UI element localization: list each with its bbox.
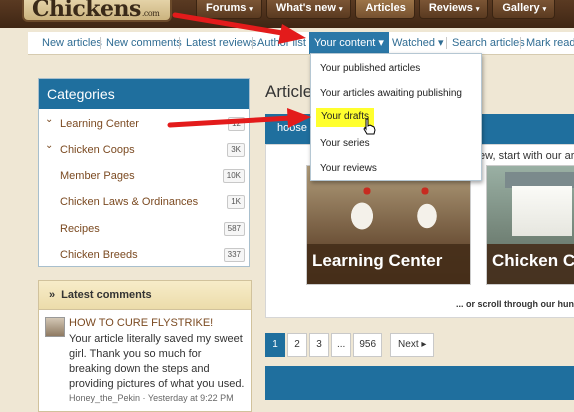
page-ellipsis[interactable]: ... bbox=[331, 333, 352, 357]
divider bbox=[446, 37, 447, 49]
menu-item-published-articles[interactable]: Your published articles bbox=[311, 56, 481, 81]
subnav-latest-reviews[interactable]: Latest reviews bbox=[186, 32, 256, 54]
nav-reviews[interactable]: Reviews ▾ bbox=[418, 0, 489, 19]
divider bbox=[252, 37, 253, 49]
site-logo[interactable]: Chickens.com bbox=[22, 0, 172, 22]
subnav-new-articles[interactable]: New articles bbox=[42, 32, 102, 54]
card-chicken-coops[interactable]: Chicken C bbox=[486, 165, 574, 285]
chevron-down-icon[interactable]: ⌄ bbox=[45, 140, 53, 151]
page-last-button[interactable]: 956 bbox=[353, 333, 383, 357]
double-chevron-icon: » bbox=[49, 289, 56, 301]
subnav-author-list[interactable]: Author list bbox=[257, 32, 306, 54]
card-learning-center[interactable]: Learning Center bbox=[306, 165, 471, 285]
section-band-bottom bbox=[265, 366, 574, 400]
chevron-down-icon: ▾ bbox=[338, 6, 343, 13]
category-chicken-laws[interactable]: Chicken Laws & Ordinances 1K bbox=[39, 193, 251, 213]
intro-text: ew, start with our art bbox=[479, 150, 574, 162]
count-badge: 587 bbox=[223, 222, 245, 236]
nav-gallery[interactable]: Gallery ▾ bbox=[492, 0, 556, 19]
subnav-mark-read[interactable]: Mark read bbox=[526, 32, 574, 54]
comment-article-link[interactable]: HOW TO CURE FLYSTRIKE! bbox=[69, 317, 213, 329]
chevron-down-icon[interactable]: ⌄ bbox=[45, 114, 53, 125]
next-page-button[interactable]: Next ▸ bbox=[390, 333, 435, 357]
comment-text: Your article literally saved my sweet gi… bbox=[69, 333, 245, 390]
subnav-search-articles[interactable]: Search articles bbox=[452, 32, 525, 54]
subnav-your-content[interactable]: Your content ▾ bbox=[309, 32, 389, 54]
chevron-down-icon: ▾ bbox=[249, 6, 253, 13]
menu-item-your-drafts[interactable]: Your drafts bbox=[311, 105, 481, 130]
page-1-button[interactable]: 1 bbox=[265, 333, 285, 357]
latest-comments-header[interactable]: » Latest comments bbox=[39, 281, 251, 310]
page-3-button[interactable]: 3 bbox=[309, 333, 329, 357]
comment-meta: Honey_the_Pekin · Yesterday at 9:22 PM bbox=[69, 393, 234, 403]
card-image[interactable] bbox=[487, 166, 574, 244]
categories-panel: Categories ⌄ Learning Center 12 ⌄ Chicke… bbox=[38, 78, 250, 267]
top-navigation: Forums ▾ What's new ▾ Articles Reviews ▾ Ga… bbox=[196, 0, 559, 19]
card-title[interactable]: Chicken C bbox=[487, 244, 574, 284]
chevron-down-icon: ▾ bbox=[542, 6, 547, 13]
count-badge: 1K bbox=[227, 195, 245, 209]
category-learning-center[interactable]: ⌄ Learning Center 12 bbox=[39, 114, 251, 135]
chevron-down-icon: ▾ bbox=[475, 6, 480, 13]
nav-articles[interactable]: Articles bbox=[355, 0, 415, 19]
count-badge: 12 bbox=[228, 117, 245, 131]
avatar[interactable] bbox=[45, 317, 65, 337]
count-badge: 10K bbox=[222, 169, 245, 183]
menu-item-your-series[interactable]: Your series bbox=[311, 131, 481, 156]
count-badge: 3K bbox=[227, 143, 245, 157]
page-2-button[interactable]: 2 bbox=[287, 333, 307, 357]
subnav-watched[interactable]: Watched ▾ bbox=[392, 32, 444, 54]
pagination: 1 2 3 ... 956 Next ▸ bbox=[265, 333, 436, 357]
your-content-dropdown: Your published articles Your articles aw… bbox=[310, 53, 482, 181]
divider bbox=[520, 37, 521, 49]
sidebar: Categories ⌄ Learning Center 12 ⌄ Chicke… bbox=[38, 78, 252, 412]
count-badge: 337 bbox=[223, 248, 245, 262]
sub-navigation: New articles New comments Latest reviews… bbox=[28, 32, 574, 55]
latest-comments-panel: » Latest comments HOW TO CURE FLYSTRIKE! … bbox=[38, 280, 252, 412]
category-member-pages[interactable]: Member Pages 10K bbox=[39, 167, 251, 187]
nav-forums[interactable]: Forums ▾ bbox=[196, 0, 262, 19]
menu-item-awaiting-publishing[interactable]: Your articles awaiting publishing bbox=[311, 81, 481, 106]
category-chicken-breeds[interactable]: Chicken Breeds 337 bbox=[39, 246, 251, 266]
card-title[interactable]: Learning Center bbox=[307, 244, 470, 284]
nav-whats-new[interactable]: What's new ▾ bbox=[265, 0, 352, 19]
category-chicken-coops[interactable]: ⌄ Chicken Coops 3K bbox=[39, 140, 251, 161]
page-title: Article bbox=[265, 82, 313, 101]
categories-title: Categories bbox=[39, 79, 249, 109]
divider bbox=[179, 37, 180, 49]
hand-pointer-icon bbox=[363, 118, 376, 135]
subnav-new-comments[interactable]: New comments bbox=[106, 32, 182, 54]
top-bar: Chickens.com Forums ▾ What's new ▾ Article… bbox=[0, 0, 574, 28]
category-recipes[interactable]: Recipes 587 bbox=[39, 220, 251, 240]
divider bbox=[100, 37, 101, 49]
scroll-note: ... or scroll through our hun bbox=[456, 299, 574, 309]
menu-item-your-reviews[interactable]: Your reviews bbox=[311, 156, 481, 181]
